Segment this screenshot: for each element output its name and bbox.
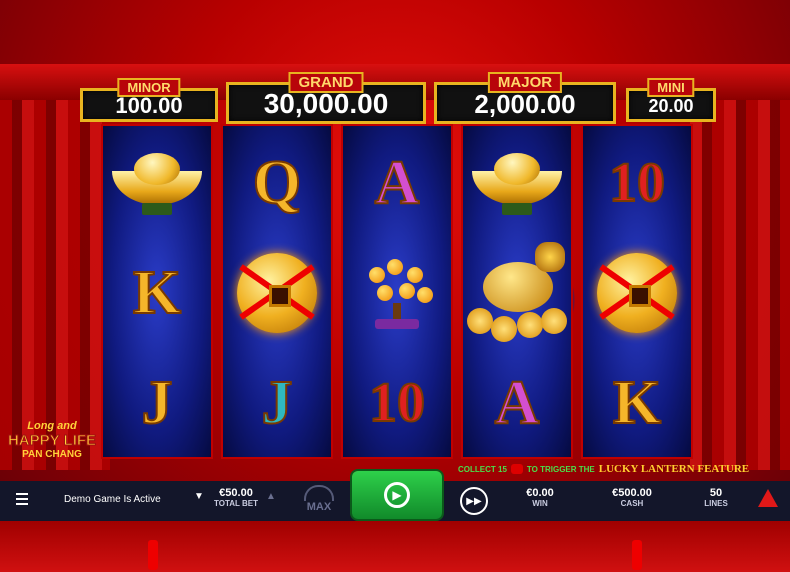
- game-logo: Long and HAPPY LIFE PAN CHANG: [4, 420, 100, 460]
- symbol-golden-dragon-turtle: [463, 238, 571, 348]
- spin-icon: ▶: [384, 482, 410, 508]
- win-value: €0.00: [526, 487, 554, 499]
- symbol-10-label: 10: [368, 371, 426, 435]
- tassel-left: [148, 540, 158, 570]
- symbol-k-letter: K: [612, 368, 662, 438]
- symbol-orange-tree: [343, 238, 451, 348]
- symbol-a-letter: A: [374, 148, 421, 218]
- symbol-gold-coin: [223, 238, 331, 348]
- symbol-j-letter: J: [261, 368, 294, 438]
- symbol-gold-coin: [583, 238, 691, 348]
- gold-coin-icon: [237, 253, 317, 333]
- dragon-turtle-icon: [463, 238, 571, 348]
- symbol-k: K: [583, 348, 691, 458]
- logo-line1: Long and: [27, 420, 77, 432]
- jackpot-grand: GRAND 30,000.00: [226, 72, 426, 124]
- feature-banner: COLLECT 15 TO TRIGGER THE LUCKY LANTERN …: [458, 463, 749, 475]
- win-display: €0.00 WIN: [512, 487, 568, 508]
- symbol-j-letter: J: [141, 368, 174, 438]
- bet-increase-button[interactable]: ▲: [266, 491, 276, 502]
- fast-forward-icon: ▶▶: [460, 487, 488, 515]
- symbol-k: K: [103, 238, 211, 348]
- feature-name: LUCKY LANTERN FEATURE: [598, 463, 750, 475]
- autoplay-button[interactable]: ▶▶: [460, 487, 488, 515]
- max-bet-button[interactable]: MAX: [302, 485, 336, 513]
- demo-text: Demo Game Is Active: [64, 494, 161, 505]
- win-label: WIN: [532, 499, 548, 508]
- cash-value: €500.00: [612, 487, 652, 499]
- jackpot-mini-label: MINI: [647, 78, 695, 97]
- demo-status: Demo Game Is Active: [64, 494, 161, 505]
- symbol-gold-ingot: [103, 128, 211, 238]
- lantern-icon: [510, 464, 523, 474]
- reel-3: A 10: [341, 124, 453, 459]
- spin-button[interactable]: ▶: [352, 471, 442, 519]
- floor-decoration: [0, 521, 790, 572]
- symbol-k-letter: K: [132, 258, 182, 328]
- symbol-10: 10: [343, 348, 451, 458]
- bet-decrease-button[interactable]: ▼: [194, 491, 204, 502]
- speedometer-icon: [304, 485, 334, 501]
- logo-line3: PAN CHANG: [22, 449, 82, 460]
- symbol-a-letter: A: [494, 368, 541, 438]
- symbol-q: Q: [223, 128, 331, 238]
- gold-ingot-icon: [112, 153, 202, 215]
- symbol-10-label: 10: [608, 151, 666, 215]
- symbol-j: J: [223, 348, 331, 458]
- tassel-right: [632, 540, 642, 570]
- trigger-text: TO TRIGGER THE: [526, 464, 595, 474]
- symbol-q-letter: Q: [252, 148, 302, 218]
- symbol-a: A: [463, 348, 571, 458]
- symbol-10: 10: [583, 128, 691, 238]
- total-bet-value: €50.00: [219, 487, 253, 499]
- symbol-a: A: [343, 128, 451, 238]
- jackpot-minor-label: MINOR: [117, 78, 181, 97]
- reel-1: K J: [101, 124, 213, 459]
- collect-text: COLLECT 15: [458, 464, 507, 474]
- reel-5: 10 K: [581, 124, 693, 459]
- cash-display: €500.00 CASH: [600, 487, 664, 508]
- lines-value: 50: [709, 487, 723, 499]
- max-label: MAX: [306, 501, 332, 513]
- cash-label: CASH: [620, 499, 644, 508]
- jackpot-mini: MINI 20.00: [626, 78, 716, 122]
- orange-tree-icon: [357, 253, 437, 333]
- jackpot-grand-label: GRAND: [288, 72, 364, 93]
- symbol-j: J: [103, 348, 211, 458]
- provider-logo-icon: [758, 489, 778, 507]
- lines-label: LINES: [704, 499, 728, 508]
- gold-ingot-icon: [472, 153, 562, 215]
- reel-2: Q J: [221, 124, 333, 459]
- lines-display: 50 LINES: [696, 487, 736, 508]
- jackpot-major-label: MAJOR: [487, 72, 563, 93]
- logo-line2: HAPPY LIFE: [7, 432, 97, 450]
- gold-coin-icon: [597, 253, 677, 333]
- symbol-gold-ingot: [463, 128, 571, 238]
- total-bet-label: TOTAL BET: [214, 499, 258, 508]
- jackpot-major: MAJOR 2,000.00: [434, 72, 616, 124]
- reel-4: A: [461, 124, 573, 459]
- jackpot-minor: MINOR 100.00: [80, 78, 218, 122]
- total-bet: €50.00 TOTAL BET: [208, 487, 264, 508]
- menu-icon[interactable]: [16, 493, 28, 508]
